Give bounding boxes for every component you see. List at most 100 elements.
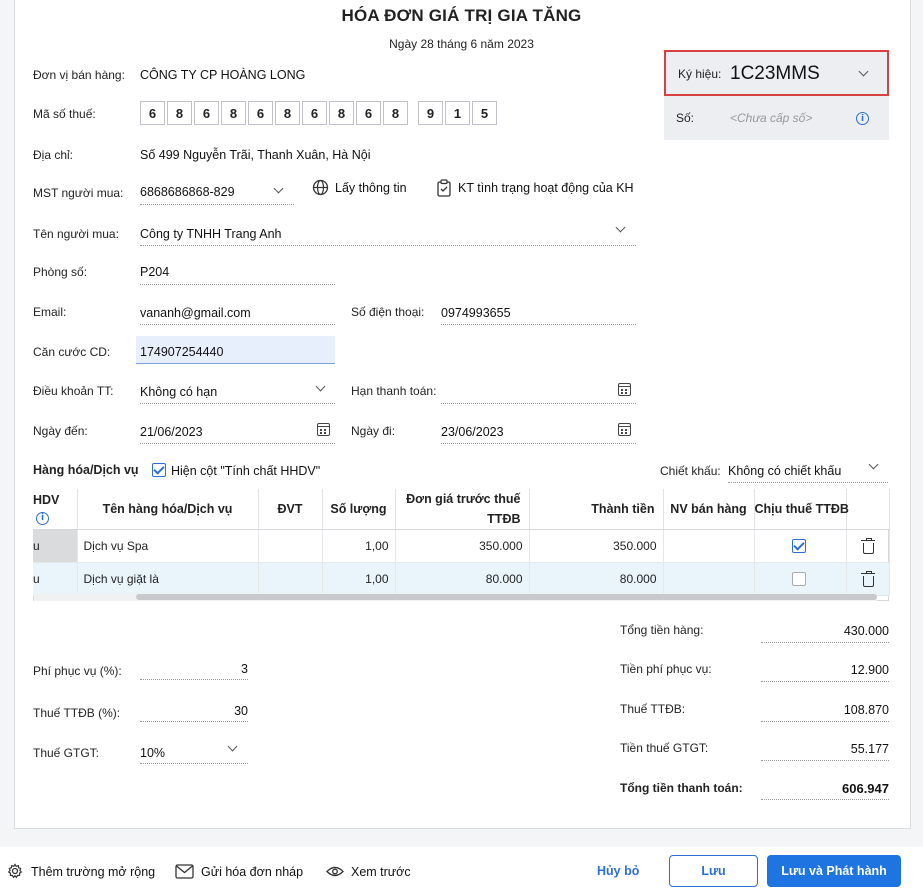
calendar-icon bbox=[618, 383, 631, 396]
id-field[interactable]: 174907254440 bbox=[136, 336, 335, 364]
tax-digit-box: 8 bbox=[383, 101, 408, 125]
trash-icon[interactable] bbox=[860, 538, 875, 554]
cell-price[interactable]: 350.000 bbox=[395, 529, 530, 563]
chevron-down-icon bbox=[868, 459, 879, 470]
cell-price[interactable]: 80.000 bbox=[395, 562, 530, 596]
id-value: 174907254440 bbox=[140, 345, 224, 359]
tax-digit-box: 8 bbox=[221, 101, 246, 125]
table-row[interactable]: u Dịch vụ giặt là 1,00 80.000 80.000 bbox=[33, 562, 890, 596]
cancel-button[interactable]: Hủy bỏ bbox=[597, 864, 639, 878]
calendar-icon bbox=[618, 423, 631, 436]
show-column-checkbox[interactable] bbox=[152, 463, 166, 477]
cell-amount[interactable]: 80.000 bbox=[529, 562, 664, 596]
cell-delete[interactable] bbox=[846, 529, 890, 563]
total-vat-label: Tiền thuế GTGT: bbox=[620, 741, 709, 755]
cell-taxable[interactable] bbox=[754, 529, 847, 563]
symbol-label: Ký hiệu: bbox=[678, 67, 722, 81]
terms-select[interactable]: Không có hạn bbox=[140, 379, 335, 403]
tax-suffix-box: 9 bbox=[418, 101, 443, 125]
cell-staff[interactable] bbox=[663, 562, 755, 596]
phone-field[interactable]: 0974993655 bbox=[441, 302, 636, 324]
goods-section-label: Hàng hóa/Dịch vụ bbox=[33, 463, 139, 477]
tax-digit-box: 6 bbox=[140, 101, 165, 125]
seller-address-label: Địa chỉ: bbox=[33, 148, 74, 162]
room-field[interactable]: P204 bbox=[140, 261, 335, 283]
eye-icon bbox=[326, 866, 344, 877]
arrive-label: Ngày đến: bbox=[33, 424, 88, 438]
goods-table: HDV i Tên hàng hóa/Dịch vụ ĐVT Số lượng … bbox=[33, 489, 890, 596]
column-header-hdv: HDV i bbox=[33, 489, 78, 530]
table-scrollbar-thumb[interactable] bbox=[136, 594, 877, 600]
grand-total-value: 606.947 bbox=[842, 781, 889, 796]
total-service-label: Tiền phí phục vụ: bbox=[620, 662, 712, 676]
get-info-label: Lấy thông tin bbox=[335, 181, 407, 195]
column-header-name: Tên hàng hóa/Dịch vụ bbox=[77, 489, 259, 530]
total-ttdb-value: 108.870 bbox=[843, 703, 889, 717]
save-button[interactable]: Lưu bbox=[669, 855, 758, 887]
vat-rate-label: Thuế GTGT: bbox=[33, 746, 100, 760]
phone-value: 0974993655 bbox=[441, 306, 511, 320]
phone-label: Số điện thoại: bbox=[351, 305, 425, 319]
cell-unit[interactable] bbox=[258, 562, 323, 596]
ttdb-rate-label: Thuế TTĐB (%): bbox=[33, 706, 121, 720]
cell-type[interactable]: u bbox=[33, 529, 78, 563]
buyer-mst-label: MST người mua: bbox=[33, 186, 124, 200]
buyer-mst-field[interactable]: 6868686868-829 bbox=[140, 180, 294, 204]
cell-qty[interactable]: 1,00 bbox=[322, 562, 396, 596]
info-icon[interactable]: i bbox=[856, 112, 869, 125]
vat-rate-select[interactable]: 10% bbox=[140, 739, 248, 763]
arrive-date-field[interactable]: 21/06/2023 bbox=[140, 419, 335, 443]
total-vat-value: 55.177 bbox=[850, 742, 889, 756]
total-service-value: 12.900 bbox=[850, 663, 889, 677]
due-date-field[interactable] bbox=[441, 379, 636, 403]
preview-label: Xem trước bbox=[351, 865, 411, 879]
table-row[interactable]: u Dịch vụ Spa 1,00 350.000 350.000 bbox=[33, 529, 890, 563]
email-field[interactable]: vananh@gmail.com bbox=[140, 302, 335, 324]
cell-unit[interactable] bbox=[258, 529, 323, 563]
total-goods-label: Tổng tiền hàng: bbox=[620, 623, 704, 637]
number-label: Số: bbox=[676, 111, 695, 125]
info-icon[interactable]: i bbox=[36, 511, 49, 525]
vat-rate-value: 10% bbox=[140, 746, 166, 760]
ttdb-rate-value: 30 bbox=[234, 704, 248, 718]
ttdb-rate-field[interactable]: 30 bbox=[140, 699, 248, 721]
service-fee-value: 3 bbox=[241, 662, 248, 676]
room-label: Phòng số: bbox=[33, 265, 88, 279]
taxable-checkbox[interactable] bbox=[791, 572, 806, 586]
cell-type[interactable]: u bbox=[33, 562, 78, 596]
extend-fields-label: Thêm trường mở rộng bbox=[31, 865, 156, 879]
clipboard-check-icon bbox=[437, 179, 451, 197]
symbol-value: 1C23MMS bbox=[730, 63, 820, 84]
cell-delete[interactable] bbox=[846, 562, 890, 596]
discount-select[interactable]: Không có chiết khấu bbox=[728, 458, 888, 482]
globe-icon bbox=[312, 179, 329, 196]
symbol-select[interactable]: Ký hiệu: 1C23MMS bbox=[664, 50, 889, 96]
tax-digit-box: 8 bbox=[329, 101, 354, 125]
trash-icon[interactable] bbox=[860, 571, 875, 587]
cell-taxable[interactable] bbox=[754, 562, 847, 596]
buyer-name-field[interactable]: Công ty TNHH Trang Anh bbox=[140, 221, 636, 245]
number-placeholder: <Chưa cấp số> bbox=[730, 111, 813, 125]
tax-suffix-box: 1 bbox=[445, 101, 470, 125]
due-label: Hạn thanh toán: bbox=[351, 384, 437, 398]
invoice-date: Ngày 28 tháng 6 năm 2023 bbox=[389, 37, 534, 51]
tax-suffix-box: 5 bbox=[472, 101, 497, 125]
tax-digit-box: 8 bbox=[275, 101, 300, 125]
cell-amount[interactable]: 350.000 bbox=[529, 529, 664, 563]
service-fee-field[interactable]: 3 bbox=[140, 657, 248, 679]
total-ttdb-label: Thuế TTĐB: bbox=[620, 702, 686, 716]
cell-staff[interactable] bbox=[663, 529, 755, 563]
cell-name[interactable]: Dịch vụ giặt là bbox=[77, 562, 259, 596]
save-and-issue-button[interactable]: Lưu và Phát hành bbox=[767, 855, 901, 887]
tax-digit-box: 6 bbox=[194, 101, 219, 125]
taxable-checkbox[interactable] bbox=[791, 539, 806, 553]
gear-icon bbox=[7, 863, 23, 879]
terms-label: Điều khoản TT: bbox=[33, 384, 114, 398]
cell-qty[interactable]: 1,00 bbox=[322, 529, 396, 563]
leave-label: Ngày đi: bbox=[351, 424, 396, 438]
leave-date-field[interactable]: 23/06/2023 bbox=[441, 419, 636, 443]
grand-total-label: Tổng tiền thanh toán: bbox=[620, 781, 743, 795]
cell-name[interactable]: Dịch vụ Spa bbox=[77, 529, 259, 563]
chevron-down-icon bbox=[273, 183, 284, 194]
total-goods-value: 430.000 bbox=[843, 624, 889, 638]
